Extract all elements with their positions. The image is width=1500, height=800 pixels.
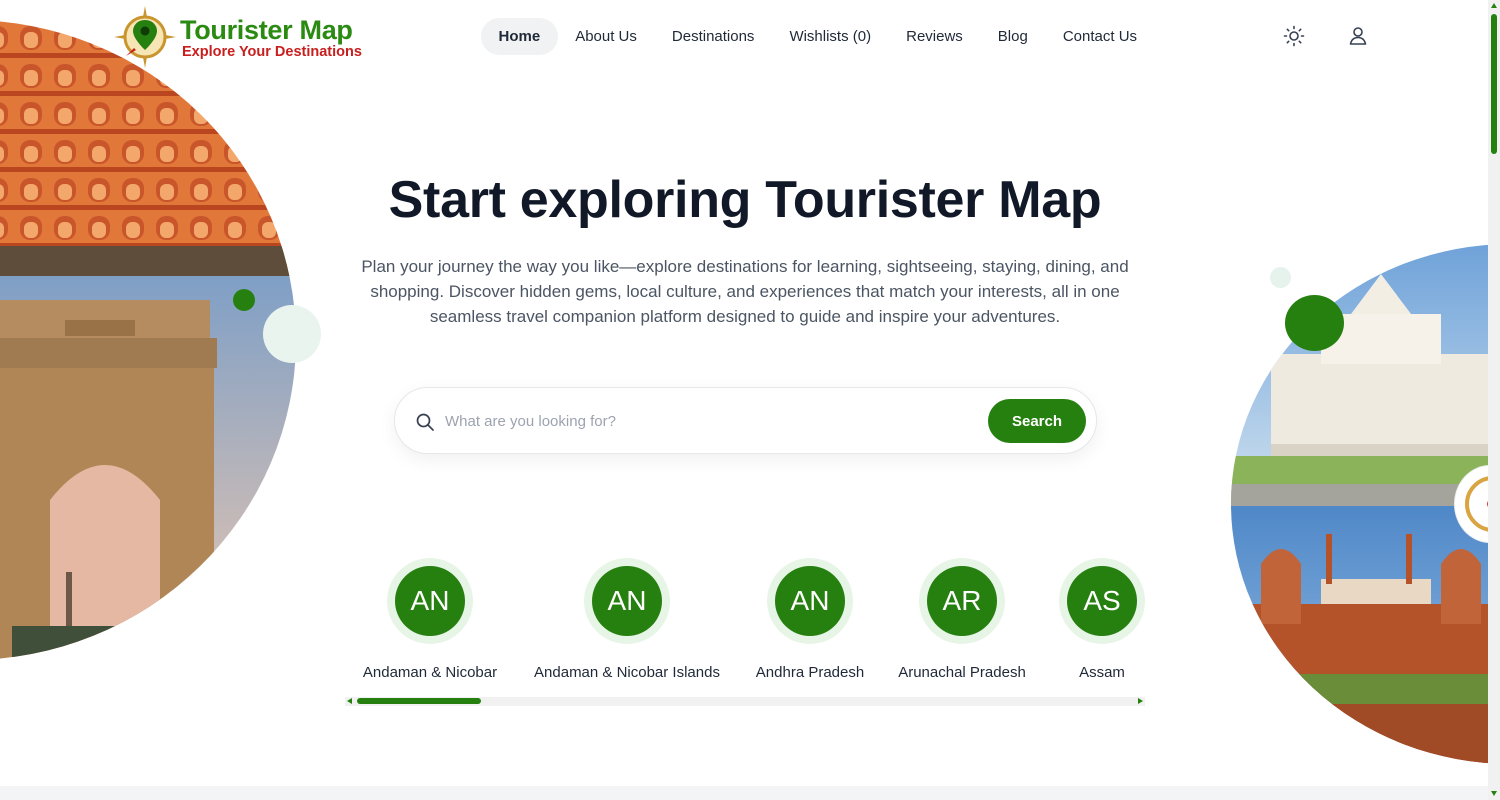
- decorative-dot: [233, 289, 255, 311]
- sun-icon: [1283, 25, 1305, 47]
- scroll-up-arrow-icon[interactable]: [1491, 3, 1497, 8]
- search-bar: Search: [394, 387, 1097, 454]
- search-button[interactable]: Search: [988, 399, 1086, 443]
- page-scrollbar-thumb[interactable]: [1491, 14, 1497, 154]
- decorative-dot: [263, 305, 321, 363]
- scroll-down-arrow-icon[interactable]: [1491, 791, 1497, 796]
- brand-tagline: Explore Your Destinations: [182, 44, 362, 60]
- page-scrollbar[interactable]: [1488, 0, 1500, 800]
- main-nav: Home About Us Destinations Wishlists (0)…: [481, 18, 1155, 55]
- states-carousel-scrollbar[interactable]: [345, 697, 1145, 706]
- scroll-right-arrow-icon[interactable]: [1138, 698, 1143, 704]
- nav-destinations[interactable]: Destinations: [654, 18, 772, 55]
- state-badge: AN: [584, 558, 670, 644]
- state-card[interactable]: AS Assam: [1052, 558, 1152, 681]
- brand-name: Tourister Map: [180, 15, 353, 45]
- state-badge: AR: [919, 558, 1005, 644]
- state-card[interactable]: AN Andhra Pradesh: [740, 558, 880, 681]
- state-abbr: AS: [1067, 566, 1137, 636]
- state-abbr: AN: [395, 566, 465, 636]
- decorative-dot: [1270, 267, 1291, 288]
- hero-subtitle: Plan your journey the way you like—explo…: [361, 257, 1129, 326]
- hero-left-photo-collage: [0, 20, 296, 660]
- state-name: Andaman & Nicobar: [362, 664, 498, 681]
- compass-pin-logo-icon: [114, 6, 176, 68]
- state-abbr: AN: [775, 566, 845, 636]
- nav-home[interactable]: Home: [481, 18, 558, 55]
- search-icon: [416, 413, 434, 431]
- search-input[interactable]: [445, 400, 975, 442]
- site-header: Tourister Map Explore Your Destinations …: [0, 0, 1488, 72]
- hero-title: Start exploring Tourister Map: [388, 171, 1102, 229]
- page: Tourister Map Explore Your Destinations …: [0, 0, 1500, 800]
- scroll-left-arrow-icon[interactable]: [347, 698, 352, 704]
- theme-toggle-button[interactable]: [1282, 24, 1306, 48]
- state-badge: AS: [1059, 558, 1145, 644]
- next-section-edge: [0, 786, 1488, 800]
- decorative-dot: [1285, 295, 1344, 351]
- nav-contact-us[interactable]: Contact Us: [1045, 18, 1154, 55]
- user-icon: [1349, 27, 1367, 45]
- nav-wishlists[interactable]: Wishlists (0): [772, 18, 889, 55]
- nav-about-us[interactable]: About Us: [558, 18, 655, 55]
- brand-logo[interactable]: Tourister Map Explore Your Destinations: [112, 6, 362, 68]
- state-name: Assam: [1079, 664, 1125, 681]
- state-badge: AN: [387, 558, 473, 644]
- scrollbar-thumb[interactable]: [357, 698, 481, 704]
- state-badge: AN: [767, 558, 853, 644]
- state-card[interactable]: AN Andaman & Nicobar Islands: [527, 558, 727, 681]
- state-abbr: AR: [927, 566, 997, 636]
- state-name: Arunachal Pradesh: [898, 664, 1026, 681]
- nav-reviews[interactable]: Reviews: [889, 18, 981, 55]
- nav-blog[interactable]: Blog: [980, 18, 1045, 55]
- state-card[interactable]: AR Arunachal Pradesh: [887, 558, 1037, 681]
- state-card[interactable]: AN Andaman & Nicobar: [346, 558, 514, 681]
- state-name: Andaman & Nicobar Islands: [534, 664, 720, 681]
- state-name: Andhra Pradesh: [755, 664, 865, 681]
- user-account-button[interactable]: [1346, 24, 1370, 48]
- state-abbr: AN: [592, 566, 662, 636]
